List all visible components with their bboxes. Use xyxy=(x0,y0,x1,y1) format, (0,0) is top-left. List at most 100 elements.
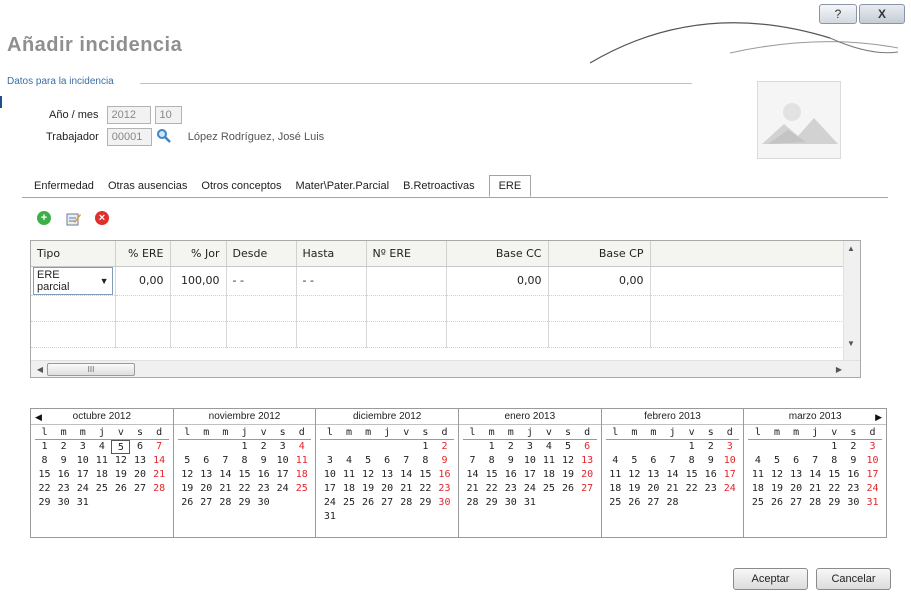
calendar-day[interactable]: 16 xyxy=(844,468,863,482)
calendar-day[interactable]: 10 xyxy=(720,454,739,468)
ere-cell[interactable]: 0,00 xyxy=(115,266,171,296)
calendar-day[interactable]: 18 xyxy=(339,482,358,496)
calendar-day[interactable]: 12 xyxy=(111,454,130,468)
desde-cell[interactable]: - - xyxy=(226,266,297,296)
scroll-right-icon[interactable]: ▶ xyxy=(832,365,846,374)
calendar-day[interactable]: 3 xyxy=(320,454,339,468)
calendar-day[interactable]: 24 xyxy=(520,482,539,496)
calendar-day[interactable]: 13 xyxy=(378,468,397,482)
calendar-day[interactable]: 17 xyxy=(73,468,92,482)
calendar-day[interactable]: 23 xyxy=(435,482,454,496)
calendar-day[interactable]: 7 xyxy=(150,440,169,454)
calendar-day[interactable]: 30 xyxy=(844,496,863,510)
calendar-day[interactable]: 30 xyxy=(501,496,520,510)
calendar-day[interactable]: 15 xyxy=(416,468,435,482)
calendar-day[interactable]: 8 xyxy=(35,454,54,468)
calendar-day[interactable]: 4 xyxy=(92,440,111,454)
calendar-day[interactable]: 28 xyxy=(806,496,825,510)
calendar-day[interactable]: 1 xyxy=(482,440,501,454)
calendar-day[interactable]: 29 xyxy=(825,496,844,510)
calendar-day[interactable]: 1 xyxy=(416,440,435,454)
calendar-day[interactable]: 13 xyxy=(197,468,216,482)
calendar-day[interactable]: 31 xyxy=(320,510,339,524)
calendar-day[interactable]: 20 xyxy=(644,482,663,496)
calendar-day[interactable]: 22 xyxy=(35,482,54,496)
calendar-day[interactable]: 27 xyxy=(197,496,216,510)
calendar-day[interactable]: 11 xyxy=(748,468,767,482)
calendar-day[interactable]: 13 xyxy=(787,468,806,482)
calendar-day[interactable]: 24 xyxy=(720,482,739,496)
tab-otros-conceptos[interactable]: Otros conceptos xyxy=(201,176,281,196)
calendar-day[interactable]: 1 xyxy=(682,440,701,454)
calendar-day[interactable]: 25 xyxy=(748,496,767,510)
column-header[interactable]: Hasta xyxy=(296,241,367,267)
calendar-day[interactable]: 25 xyxy=(539,482,558,496)
calendar-day[interactable]: 22 xyxy=(482,482,501,496)
calendar-day[interactable]: 25 xyxy=(292,482,311,496)
calendar-day[interactable]: 6 xyxy=(787,454,806,468)
calendar-day[interactable]: 27 xyxy=(787,496,806,510)
calendar-day[interactable]: 11 xyxy=(339,468,358,482)
worker-code-field[interactable]: 00001 xyxy=(106,128,152,146)
calendar-day[interactable]: 19 xyxy=(111,468,130,482)
scroll-down-icon[interactable]: ▼ xyxy=(844,339,858,348)
calendar-day[interactable]: 27 xyxy=(130,482,149,496)
calendar-day[interactable]: 18 xyxy=(92,468,111,482)
calendar-day[interactable]: 11 xyxy=(292,454,311,468)
calendar-day[interactable]: 19 xyxy=(178,482,197,496)
calendar-prev-icon[interactable]: ◀ xyxy=(35,409,42,425)
table-row[interactable] xyxy=(31,321,850,348)
calendar-day[interactable]: 23 xyxy=(501,482,520,496)
calendar-day[interactable]: 11 xyxy=(539,454,558,468)
calendar-day[interactable]: 15 xyxy=(482,468,501,482)
basecc-cell[interactable]: 0,00 xyxy=(446,266,549,296)
calendar-day[interactable]: 5 xyxy=(625,454,644,468)
calendar-day[interactable]: 31 xyxy=(73,496,92,510)
calendar-day[interactable]: 25 xyxy=(92,482,111,496)
calendar-day[interactable]: 7 xyxy=(397,454,416,468)
calendar-day[interactable]: 27 xyxy=(378,496,397,510)
calendar-day[interactable]: 21 xyxy=(150,468,169,482)
calendar-day[interactable]: 29 xyxy=(35,496,54,510)
calendar-day[interactable]: 23 xyxy=(844,482,863,496)
calendar-day[interactable]: 26 xyxy=(558,482,577,496)
calendar-day[interactable]: 26 xyxy=(767,496,786,510)
month-field[interactable]: 10 xyxy=(154,106,182,124)
calendar-day[interactable]: 2 xyxy=(501,440,520,454)
calendar-day[interactable]: 17 xyxy=(320,482,339,496)
calendar-day[interactable]: 23 xyxy=(254,482,273,496)
calendar-day[interactable]: 24 xyxy=(273,482,292,496)
nere-cell[interactable] xyxy=(366,266,447,296)
calendar-day[interactable]: 3 xyxy=(863,440,882,454)
tipo-select[interactable]: ERE parcial ▼ xyxy=(33,266,113,295)
calendar-day[interactable]: 6 xyxy=(197,454,216,468)
calendar-day[interactable]: 11 xyxy=(606,468,625,482)
calendar-day[interactable]: 28 xyxy=(663,496,682,510)
calendar-day[interactable]: 19 xyxy=(359,482,378,496)
calendar-day[interactable]: 14 xyxy=(216,468,235,482)
calendar-day[interactable]: 14 xyxy=(150,454,169,468)
calendar-day[interactable]: 26 xyxy=(359,496,378,510)
calendar-day[interactable]: 22 xyxy=(682,482,701,496)
calendar-day[interactable]: 21 xyxy=(806,482,825,496)
calendar-day[interactable]: 9 xyxy=(701,454,720,468)
edit-icon[interactable] xyxy=(65,211,81,227)
tab-b-retroactivas[interactable]: B.Retroactivas xyxy=(403,176,475,196)
vertical-scrollbar[interactable]: ▲ ▼ xyxy=(843,241,860,361)
calendar-day[interactable]: 7 xyxy=(463,454,482,468)
calendar-day[interactable]: 13 xyxy=(644,468,663,482)
calendar-day[interactable]: 10 xyxy=(320,468,339,482)
calendar-day[interactable]: 7 xyxy=(663,454,682,468)
calendar-day[interactable]: 27 xyxy=(578,482,597,496)
calendar-day[interactable]: 25 xyxy=(339,496,358,510)
calendar-day[interactable]: 31 xyxy=(863,496,882,510)
calendar-day[interactable]: 31 xyxy=(520,496,539,510)
calendar-day[interactable]: 6 xyxy=(378,454,397,468)
calendar-day[interactable]: 30 xyxy=(435,496,454,510)
calendar-day[interactable]: 13 xyxy=(130,454,149,468)
calendar-day[interactable]: 19 xyxy=(625,482,644,496)
calendar-day[interactable]: 3 xyxy=(520,440,539,454)
calendar-day[interactable]: 12 xyxy=(359,468,378,482)
calendar-day[interactable]: 5 xyxy=(359,454,378,468)
calendar-day[interactable]: 10 xyxy=(273,454,292,468)
